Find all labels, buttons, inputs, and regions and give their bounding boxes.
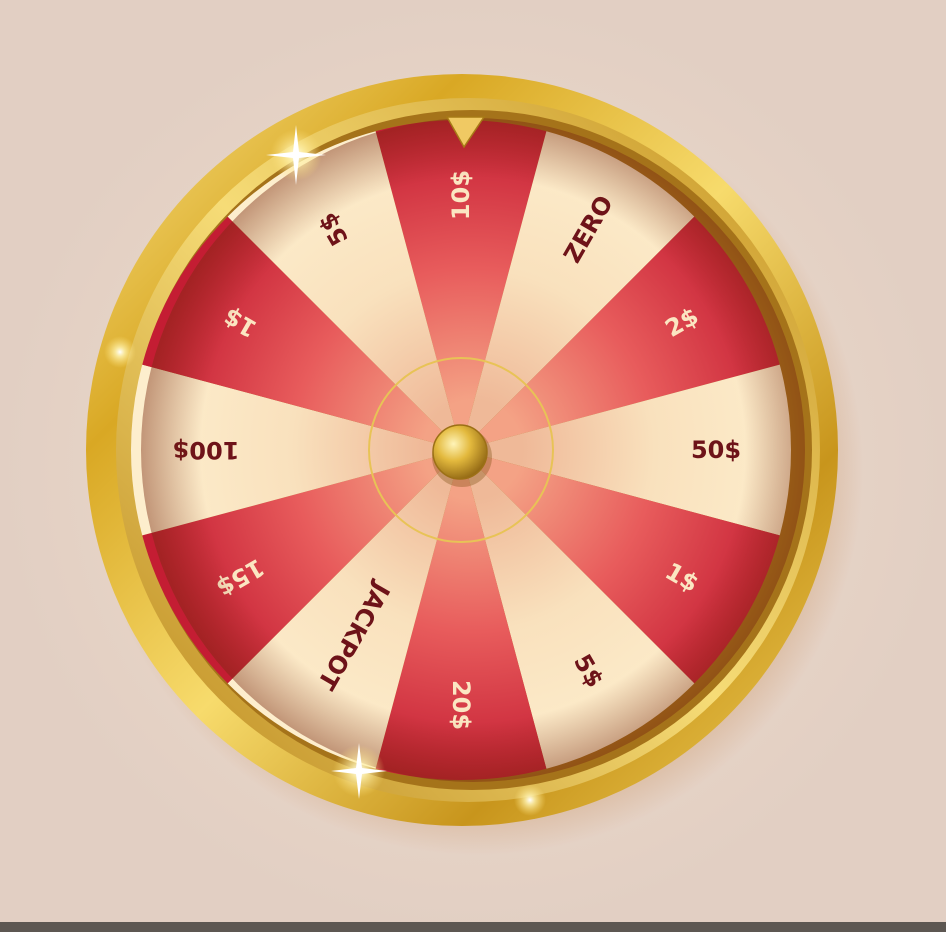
gold-hub-button[interactable] — [432, 424, 488, 480]
sparkle-icon — [104, 336, 136, 368]
bottom-bar — [0, 922, 946, 932]
spin-wheel-scene: 10$ZERO2$50$1$5$20$JACKPOT15$100$1$5$ — [0, 0, 946, 932]
sparkle-icon — [514, 784, 546, 816]
